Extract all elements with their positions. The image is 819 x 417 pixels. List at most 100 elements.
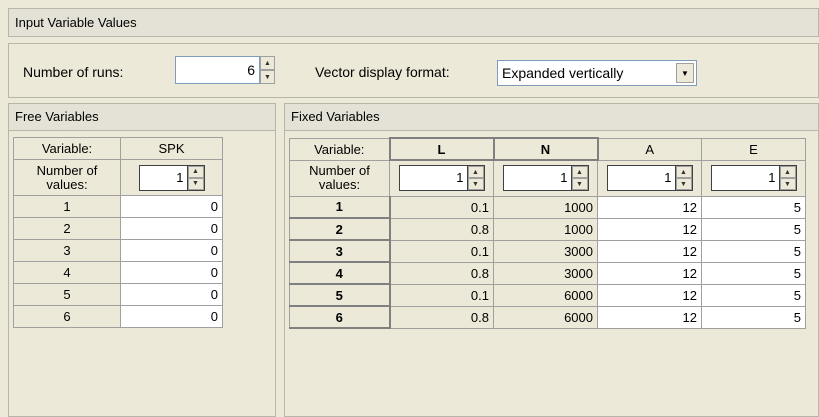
runs-spin-buttons[interactable]: ▲ ▼ [260, 56, 275, 84]
values-spin-buttons[interactable]: ▲ ▼ [674, 165, 693, 191]
table-cell[interactable]: 5 [701, 305, 806, 329]
row-header[interactable]: 4 [13, 261, 121, 284]
chevron-up-icon[interactable]: ▲ [779, 166, 796, 178]
row-header[interactable]: 2 [289, 217, 391, 241]
panel-title: Input Variable Values [8, 8, 819, 37]
values-stepper[interactable]: 1 ▲ ▼ [606, 165, 693, 191]
table-cell[interactable]: 0.1 [389, 283, 494, 307]
table-cell[interactable]: 0 [120, 261, 223, 284]
chevron-down-icon[interactable]: ▼ [675, 178, 692, 190]
runs-input[interactable]: 6 [175, 56, 260, 84]
table-cell[interactable]: 0.8 [389, 217, 494, 241]
chevron-down-icon[interactable]: ▼ [779, 178, 796, 190]
chevron-up-icon[interactable]: ▲ [187, 165, 204, 178]
row-header[interactable]: 5 [289, 283, 391, 307]
table-cell[interactable]: 0 [120, 283, 223, 306]
values-count-cell: 1 ▲ ▼ [597, 159, 702, 197]
chevron-down-icon[interactable]: ▼ [467, 178, 484, 191]
table-cell[interactable]: 1000 [493, 195, 598, 219]
table-cell[interactable]: 0.1 [389, 239, 494, 263]
vector-format-value: Expanded vertically [502, 65, 624, 81]
values-stepper[interactable]: 1 ▲ ▼ [710, 165, 797, 191]
free-variables-table: Variable: SPK Number of values: 1 ▲ ▼ 10 … [13, 137, 223, 328]
values-count-cell: 1 ▲ ▼ [493, 159, 598, 197]
table-cell[interactable]: 3000 [493, 261, 598, 285]
table-cell[interactable]: 5 [701, 239, 806, 263]
values-spin-buttons[interactable]: ▲ ▼ [570, 165, 589, 192]
table-cell[interactable]: 12 [597, 261, 702, 285]
table-cell[interactable]: 0.1 [389, 195, 494, 219]
runs-stepper[interactable]: 6 ▲ ▼ [175, 56, 275, 84]
values-input[interactable]: 1 [398, 165, 467, 192]
table-row: 10 [13, 195, 223, 218]
row-header[interactable]: 6 [13, 305, 121, 328]
runs-toolbar: Number of runs: 6 ▲ ▼ Vector display for… [8, 43, 819, 98]
values-input[interactable]: 1 [606, 165, 675, 191]
table-cell[interactable]: 0 [120, 217, 223, 240]
free-variables-panel: Free Variables Variable: SPK Number of v… [8, 103, 276, 417]
table-cell[interactable]: 0.8 [389, 261, 494, 285]
table-cell[interactable]: 5 [701, 283, 806, 307]
column-header-n[interactable]: N [492, 137, 599, 161]
table-cell[interactable]: 12 [597, 283, 702, 307]
values-input[interactable]: 1 [502, 165, 571, 192]
number-of-values-header: Number of values: [289, 159, 390, 197]
row-header[interactable]: 3 [289, 239, 391, 263]
table-cell[interactable]: 1000 [493, 217, 598, 241]
chevron-down-icon[interactable]: ▼ [676, 63, 694, 83]
values-count-cell: 1 ▲ ▼ [701, 159, 806, 197]
chevron-down-icon[interactable]: ▼ [571, 178, 588, 191]
chevron-up-icon[interactable]: ▲ [260, 56, 275, 70]
table-cell[interactable]: 12 [597, 195, 702, 219]
table-row: 5 0.1 6000 12 5 [289, 283, 806, 307]
column-header-e[interactable]: E [701, 137, 806, 161]
table-row: 1 0.1 1000 12 5 [289, 195, 806, 219]
table-cell[interactable]: 5 [701, 195, 806, 219]
values-stepper[interactable]: 1 ▲ ▼ [138, 164, 205, 191]
table-cell[interactable]: 5 [701, 217, 806, 241]
row-header[interactable]: 4 [289, 261, 391, 285]
values-spin-buttons[interactable]: ▲ ▼ [186, 164, 205, 191]
table-row: 2 0.8 1000 12 5 [289, 217, 806, 241]
chevron-down-icon[interactable]: ▼ [260, 70, 275, 84]
fixed-variables-title: Fixed Variables [285, 104, 818, 131]
table-cell[interactable]: 12 [597, 217, 702, 241]
variable-header: Variable: [13, 137, 121, 160]
row-header[interactable]: 2 [13, 217, 121, 240]
values-spin-buttons[interactable]: ▲ ▼ [466, 165, 485, 192]
chevron-up-icon[interactable]: ▲ [675, 166, 692, 178]
table-cell[interactable]: 12 [597, 305, 702, 329]
table-row: 20 [13, 217, 223, 240]
table-cell[interactable]: 0 [120, 195, 223, 218]
table-cell[interactable]: 5 [701, 261, 806, 285]
row-header[interactable]: 5 [13, 283, 121, 306]
table-cell[interactable]: 0.8 [389, 305, 494, 329]
values-stepper[interactable]: 1 ▲ ▼ [398, 165, 485, 192]
chevron-up-icon[interactable]: ▲ [467, 166, 484, 179]
vector-format-select[interactable]: Expanded vertically ▼ [497, 60, 697, 86]
chevron-down-icon[interactable]: ▼ [187, 177, 204, 190]
fixed-variables-table: Variable: L N A E Number of values: 1 ▲ ▼ … [289, 137, 806, 329]
row-header[interactable]: 3 [13, 239, 121, 262]
table-cell[interactable]: 0 [120, 305, 223, 328]
table-cell[interactable]: 0 [120, 239, 223, 262]
column-header-spk[interactable]: SPK [120, 137, 223, 160]
table-cell[interactable]: 6000 [493, 305, 598, 329]
row-header[interactable]: 6 [289, 305, 391, 329]
column-header-a[interactable]: A [597, 137, 702, 161]
row-header[interactable]: 1 [13, 195, 121, 218]
values-spin-buttons[interactable]: ▲ ▼ [778, 165, 797, 191]
row-header[interactable]: 1 [289, 195, 391, 219]
values-stepper[interactable]: 1 ▲ ▼ [502, 165, 589, 192]
column-header-l[interactable]: L [388, 137, 495, 161]
table-row: 30 [13, 239, 223, 262]
table-cell[interactable]: 6000 [493, 283, 598, 307]
free-variables-title: Free Variables [9, 104, 275, 131]
values-count-cell: 1 ▲ ▼ [389, 159, 494, 197]
table-cell[interactable]: 12 [597, 239, 702, 263]
values-input[interactable]: 1 [710, 165, 779, 191]
table-row: 60 [13, 305, 223, 328]
chevron-up-icon[interactable]: ▲ [571, 166, 588, 179]
values-input[interactable]: 1 [138, 164, 187, 191]
table-cell[interactable]: 3000 [493, 239, 598, 263]
